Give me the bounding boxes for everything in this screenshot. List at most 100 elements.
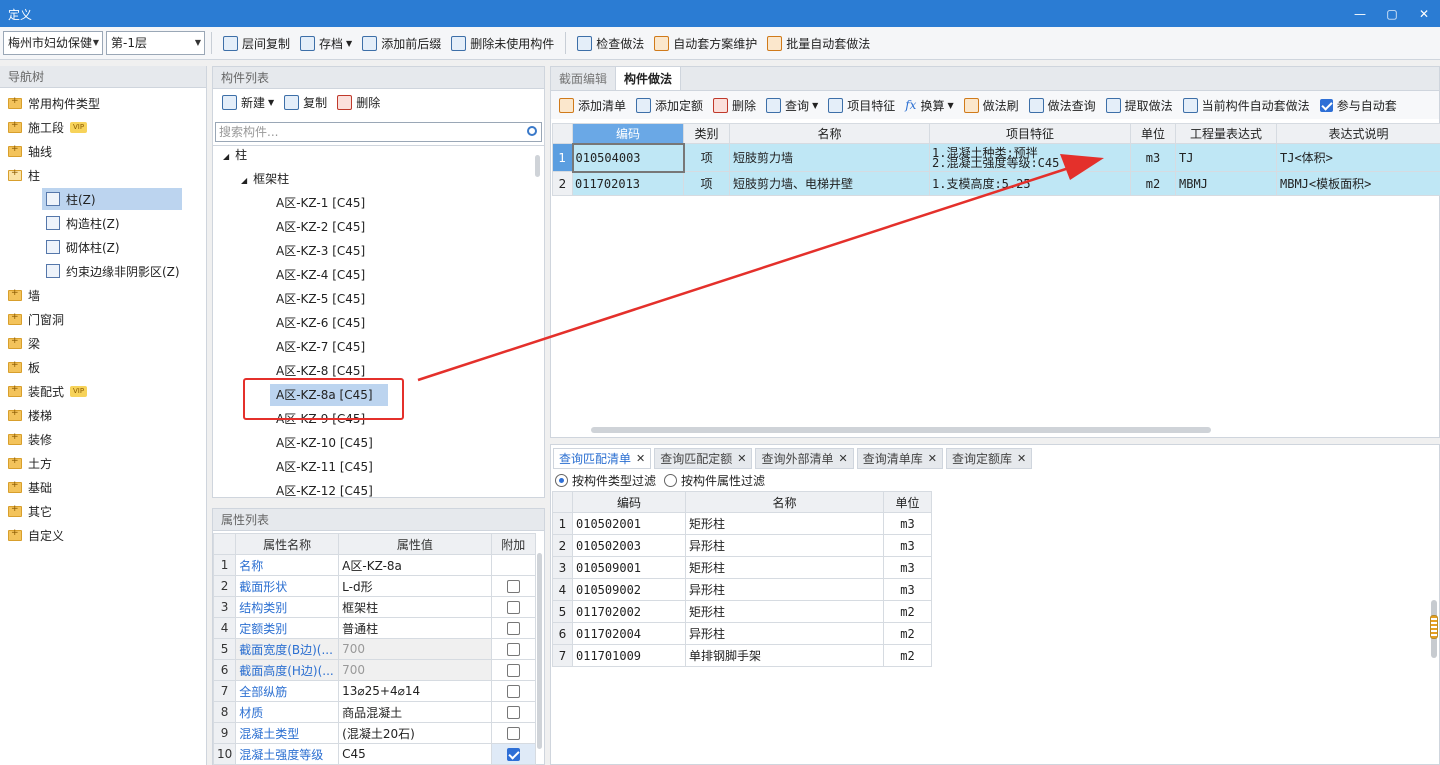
tree-node-column[interactable]: ◢ 柱: [223, 144, 247, 166]
floor-combo[interactable]: 第-1层 ▼: [106, 31, 205, 55]
complist-scrollbar[interactable]: [535, 155, 540, 177]
check-method-button[interactable]: 检查做法: [572, 31, 649, 55]
nav-item-column[interactable]: 柱: [8, 164, 40, 186]
nav-item-axis[interactable]: 轴线: [8, 140, 52, 162]
copy-between-floors-button[interactable]: 层间复制: [218, 31, 295, 55]
prop-row[interactable]: 8 材质 商品混凝土: [212, 701, 537, 723]
method-name[interactable]: 短肢剪力墙、电梯井壁: [729, 171, 930, 196]
extra-checkbox[interactable]: [506, 600, 520, 614]
component-item[interactable]: A区-KZ-10 [C45]: [276, 432, 373, 454]
prop-row[interactable]: 7 全部纵筋 13⌀25+4⌀14: [212, 680, 537, 702]
query-button[interactable]: 查询 ▼: [761, 93, 823, 117]
nav-item-prefab[interactable]: 装配式 VIP: [8, 380, 88, 402]
query-col-unit[interactable]: 单位: [883, 491, 932, 513]
method-col-expression[interactable]: 工程量表达式: [1175, 123, 1277, 144]
query-row[interactable]: 2 010502003 异形柱 m3: [552, 534, 932, 557]
close-icon[interactable]: ✕: [1017, 449, 1026, 469]
method-features[interactable]: 1.混凝土种类:预拌 2.混凝土强度等级:C45: [929, 143, 1131, 172]
extra-checkbox[interactable]: [506, 726, 520, 740]
nav-item-common-types[interactable]: 常用构件类型: [8, 92, 100, 114]
method-col-unit[interactable]: 单位: [1130, 123, 1176, 144]
scroll-grip-icon[interactable]: [1430, 615, 1438, 639]
extra-checkbox[interactable]: [506, 642, 520, 656]
props-scrollbar[interactable]: [537, 553, 542, 749]
component-item[interactable]: A区-KZ-11 [C45]: [276, 456, 373, 478]
query-row[interactable]: 4 010509002 异形柱 m3: [552, 578, 932, 601]
add-quota-button[interactable]: 添加定额: [631, 93, 708, 117]
prop-value[interactable]: (混凝土20石): [338, 722, 492, 744]
query-row[interactable]: 5 011702002 矩形柱 m2: [552, 600, 932, 623]
method-code[interactable]: 011702013: [572, 171, 684, 196]
prop-row[interactable]: 3 结构类别 框架柱: [212, 596, 537, 618]
item-features-button[interactable]: 项目特征: [823, 93, 900, 117]
tree-node-frame-column[interactable]: ◢ 框架柱: [241, 168, 289, 190]
nav-subitem-constructional-column[interactable]: 构造柱(Z): [46, 212, 120, 234]
component-item[interactable]: A区-KZ-2 [C45]: [276, 216, 365, 238]
auto-method-current-button[interactable]: 当前构件自动套做法: [1178, 93, 1315, 117]
prop-row[interactable]: 9 混凝土类型 (混凝土20石): [212, 722, 537, 744]
search-icon[interactable]: [527, 126, 537, 136]
method-expression[interactable]: TJ: [1175, 143, 1277, 172]
copy-component-button[interactable]: 复制: [279, 90, 332, 114]
close-icon[interactable]: ✕: [928, 449, 937, 469]
nav-subitem-masonry-column[interactable]: 砌体柱(Z): [46, 236, 120, 258]
extra-checkbox[interactable]: [506, 684, 520, 698]
auto-scheme-button[interactable]: 自动套方案维护: [649, 31, 762, 55]
extra-checkbox[interactable]: [506, 663, 520, 677]
prop-value[interactable]: L-d形: [338, 575, 492, 597]
nav-item-slab[interactable]: 板: [8, 356, 40, 378]
prop-value[interactable]: A区-KZ-8a: [338, 554, 492, 576]
query-row[interactable]: 3 010509001 矩形柱 m3: [552, 556, 932, 579]
tab-section-edit[interactable]: 截面编辑: [551, 67, 615, 90]
maximize-button[interactable]: ▢: [1376, 0, 1408, 27]
method-code[interactable]: 010504003: [571, 142, 685, 173]
nav-subitem-boundary-zone[interactable]: 约束边缘非阴影区(Z): [46, 260, 180, 282]
method-features[interactable]: 1.支模高度:5.25: [929, 171, 1131, 196]
method-description[interactable]: TJ<体积>: [1276, 143, 1440, 172]
component-item[interactable]: A区-KZ-3 [C45]: [276, 240, 365, 262]
close-icon[interactable]: ✕: [636, 449, 645, 469]
method-query-button[interactable]: 做法查询: [1024, 93, 1101, 117]
query-row[interactable]: 6 011702004 异形柱 m2: [552, 622, 932, 645]
nav-item-beam[interactable]: 梁: [8, 332, 40, 354]
filter-by-attr-label[interactable]: 按构件属性过滤: [681, 472, 765, 489]
prop-value[interactable]: 13⌀25+4⌀14: [338, 680, 492, 702]
project-combo[interactable]: 梅州市妇幼保健 ▼: [3, 31, 103, 55]
method-name[interactable]: 短肢剪力墙: [729, 143, 930, 172]
method-horizontal-scrollbar[interactable]: [591, 427, 1211, 433]
close-icon[interactable]: ✕: [737, 449, 746, 469]
participate-auto-toggle[interactable]: 参与自动套: [1315, 93, 1402, 117]
method-col-name[interactable]: 名称: [729, 123, 930, 144]
method-col-code[interactable]: 编码: [572, 123, 684, 144]
prop-row[interactable]: 10 混凝土强度等级 C45: [212, 743, 537, 765]
method-unit[interactable]: m2: [1130, 171, 1176, 196]
method-type[interactable]: 项: [683, 143, 730, 172]
nav-subitem-column-z[interactable]: 柱(Z): [42, 188, 182, 210]
delete-component-button[interactable]: 删除: [332, 90, 385, 114]
convert-button[interactable]: fx 换算 ▼: [900, 93, 958, 117]
tab-component-method[interactable]: 构件做法: [615, 67, 682, 90]
tab-query-quota-library[interactable]: 查询定额库 ✕: [945, 448, 1033, 469]
filter-by-attr-radio[interactable]: [664, 473, 678, 487]
nav-item-stairs[interactable]: 楼梯: [8, 404, 52, 426]
method-unit[interactable]: m3: [1130, 143, 1176, 172]
new-component-button[interactable]: 新建 ▼: [217, 90, 279, 114]
nav-item-decoration[interactable]: 装修: [8, 428, 52, 450]
delete-unused-button[interactable]: 删除未使用构件: [446, 31, 559, 55]
nav-item-other[interactable]: 其它: [8, 500, 52, 522]
filter-by-type-radio[interactable]: [555, 473, 568, 487]
prop-value[interactable]: 普通柱: [338, 617, 492, 639]
extract-method-button[interactable]: 提取做法: [1101, 93, 1178, 117]
query-row[interactable]: 1 010502001 矩形柱 m3: [552, 512, 932, 535]
query-col-code[interactable]: 编码: [572, 491, 686, 513]
method-description[interactable]: MBMJ<模板面积>: [1276, 171, 1440, 196]
method-type[interactable]: 项: [683, 171, 730, 196]
tab-query-external-list[interactable]: 查询外部清单 ✕: [755, 448, 854, 469]
add-list-button[interactable]: 添加清单: [554, 93, 631, 117]
close-button[interactable]: ✕: [1408, 0, 1440, 27]
tab-query-match-list[interactable]: 查询匹配清单 ✕: [553, 448, 652, 469]
participate-auto-checkbox[interactable]: [1319, 98, 1333, 112]
method-col-features[interactable]: 项目特征: [929, 123, 1131, 144]
method-brush-button[interactable]: 做法刷: [959, 93, 1024, 117]
method-row[interactable]: 2 011702013 项 短肢剪力墙、电梯井壁 1.支模高度:5.25 m2 …: [552, 171, 1440, 196]
